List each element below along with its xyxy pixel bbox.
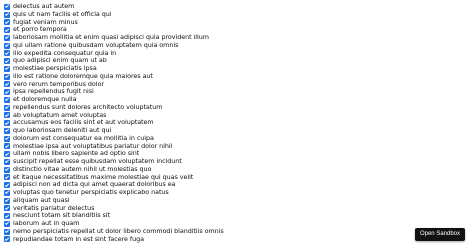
todo-checkbox[interactable] <box>4 58 10 65</box>
todo-checkbox[interactable] <box>4 197 10 204</box>
todo-checkbox[interactable] <box>4 135 10 142</box>
todo-checkbox[interactable] <box>4 27 10 34</box>
todo-checkbox[interactable] <box>4 166 10 173</box>
todo-item: repudiandae totam in est sint facere fug… <box>4 234 224 244</box>
todo-checkbox[interactable] <box>4 112 10 119</box>
todo-checkbox[interactable] <box>4 213 10 220</box>
todo-checkbox[interactable] <box>4 182 10 189</box>
todo-checkbox[interactable] <box>4 220 10 227</box>
todo-checkbox[interactable] <box>4 143 10 150</box>
todo-checkbox[interactable] <box>4 89 10 96</box>
todo-checkbox[interactable] <box>4 174 10 181</box>
todo-checkbox[interactable] <box>4 81 10 88</box>
todo-checkbox[interactable] <box>4 3 10 10</box>
todo-checkbox[interactable] <box>4 120 10 127</box>
todo-checkbox[interactable] <box>4 127 10 134</box>
todo-checkbox[interactable] <box>4 96 10 103</box>
todo-checkbox[interactable] <box>4 42 10 49</box>
todo-checkbox[interactable] <box>4 158 10 165</box>
todo-checkbox[interactable] <box>4 151 10 158</box>
todo-checkbox[interactable] <box>4 11 10 18</box>
page: delectus aut autem quis ut nam facilis et… <box>0 0 474 248</box>
todo-checkbox[interactable] <box>4 236 10 243</box>
todo-checkbox[interactable] <box>4 34 10 41</box>
todo-label: repudiandae totam in est sint facere fug… <box>13 234 144 243</box>
todo-checkbox[interactable] <box>4 228 10 235</box>
todo-checkbox[interactable] <box>4 104 10 111</box>
todo-checkbox[interactable] <box>4 205 10 212</box>
todo-checkbox[interactable] <box>4 73 10 80</box>
todo-checkbox[interactable] <box>4 189 10 196</box>
todo-checkbox[interactable] <box>4 65 10 72</box>
open-sandbox-button[interactable]: Open Sandbox <box>414 228 465 241</box>
todo-list: delectus aut autem quis ut nam facilis et… <box>4 2 224 244</box>
todo-checkbox[interactable] <box>4 19 10 26</box>
todo-checkbox[interactable] <box>4 50 10 57</box>
